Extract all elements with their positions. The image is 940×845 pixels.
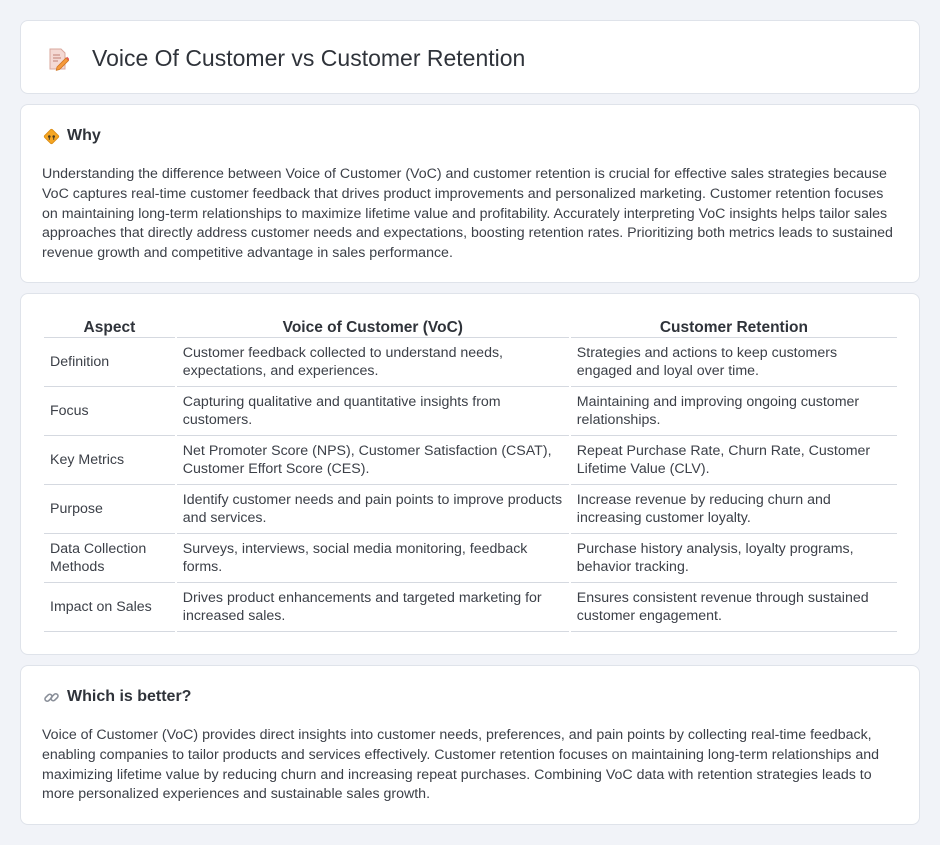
table-row: Purpose Identify customer needs and pain… <box>44 485 897 534</box>
row-voc: Surveys, interviews, social media monito… <box>176 534 569 583</box>
row-voc: Customer feedback collected to understan… <box>176 338 569 387</box>
row-voc: Net Promoter Score (NPS), Customer Satis… <box>176 436 569 485</box>
better-heading: Which is better? <box>67 688 192 705</box>
row-retention: Maintaining and improving ongoing custom… <box>570 387 897 436</box>
table-row: Key Metrics Net Promoter Score (NPS), Cu… <box>44 436 897 485</box>
table-row: Definition Customer feedback collected t… <box>44 338 897 387</box>
row-aspect: Key Metrics <box>44 436 175 485</box>
comparison-table: Aspect Voice of Customer (VoC) Customer … <box>42 316 899 632</box>
table-header-row: Aspect Voice of Customer (VoC) Customer … <box>44 316 897 338</box>
row-voc: Drives product enhancements and targeted… <box>176 583 569 632</box>
why-heading-row: Why <box>43 127 101 145</box>
comparison-section: Aspect Voice of Customer (VoC) Customer … <box>20 293 920 655</box>
row-aspect: Impact on Sales <box>44 583 175 632</box>
which-better-section: Which is better? Voice of Customer (VoC)… <box>20 665 920 825</box>
row-retention: Repeat Purchase Rate, Churn Rate, Custom… <box>570 436 897 485</box>
why-heading: Why <box>67 127 101 144</box>
row-voc: Capturing qualitative and quantitative i… <box>176 387 569 436</box>
link-icon <box>44 692 59 702</box>
row-retention: Purchase history analysis, loyalty progr… <box>570 534 897 583</box>
why-section: Why Understanding the difference between… <box>20 104 920 283</box>
table-row: Impact on Sales Drives product enhanceme… <box>44 583 897 632</box>
row-retention: Increase revenue by reducing churn and i… <box>570 485 897 534</box>
better-body: Voice of Customer (VoC) provides direct … <box>42 727 879 803</box>
header-voc: Voice of Customer (VoC) <box>176 316 569 338</box>
table-row: Focus Capturing qualitative and quantita… <box>44 387 897 436</box>
better-heading-row: Which is better? <box>43 688 191 706</box>
document-edit-icon <box>49 48 69 71</box>
why-body: Understanding the difference between Voi… <box>42 166 893 262</box>
row-voc: Identify customer needs and pain points … <box>176 485 569 534</box>
diamond-sign-icon <box>43 128 60 144</box>
table-row: Data Collection Methods Surveys, intervi… <box>44 534 897 583</box>
title-card: Voice Of Customer vs Customer Retention <box>20 20 920 94</box>
row-retention: Ensures consistent revenue through susta… <box>570 583 897 632</box>
page-title: Voice Of Customer vs Customer Retention <box>92 45 526 71</box>
row-aspect: Definition <box>44 338 175 387</box>
header-aspect: Aspect <box>44 316 175 338</box>
row-aspect: Data Collection Methods <box>44 534 175 583</box>
row-aspect: Purpose <box>44 485 175 534</box>
row-aspect: Focus <box>44 387 175 436</box>
row-retention: Strategies and actions to keep customers… <box>570 338 897 387</box>
header-retention: Customer Retention <box>570 316 897 338</box>
